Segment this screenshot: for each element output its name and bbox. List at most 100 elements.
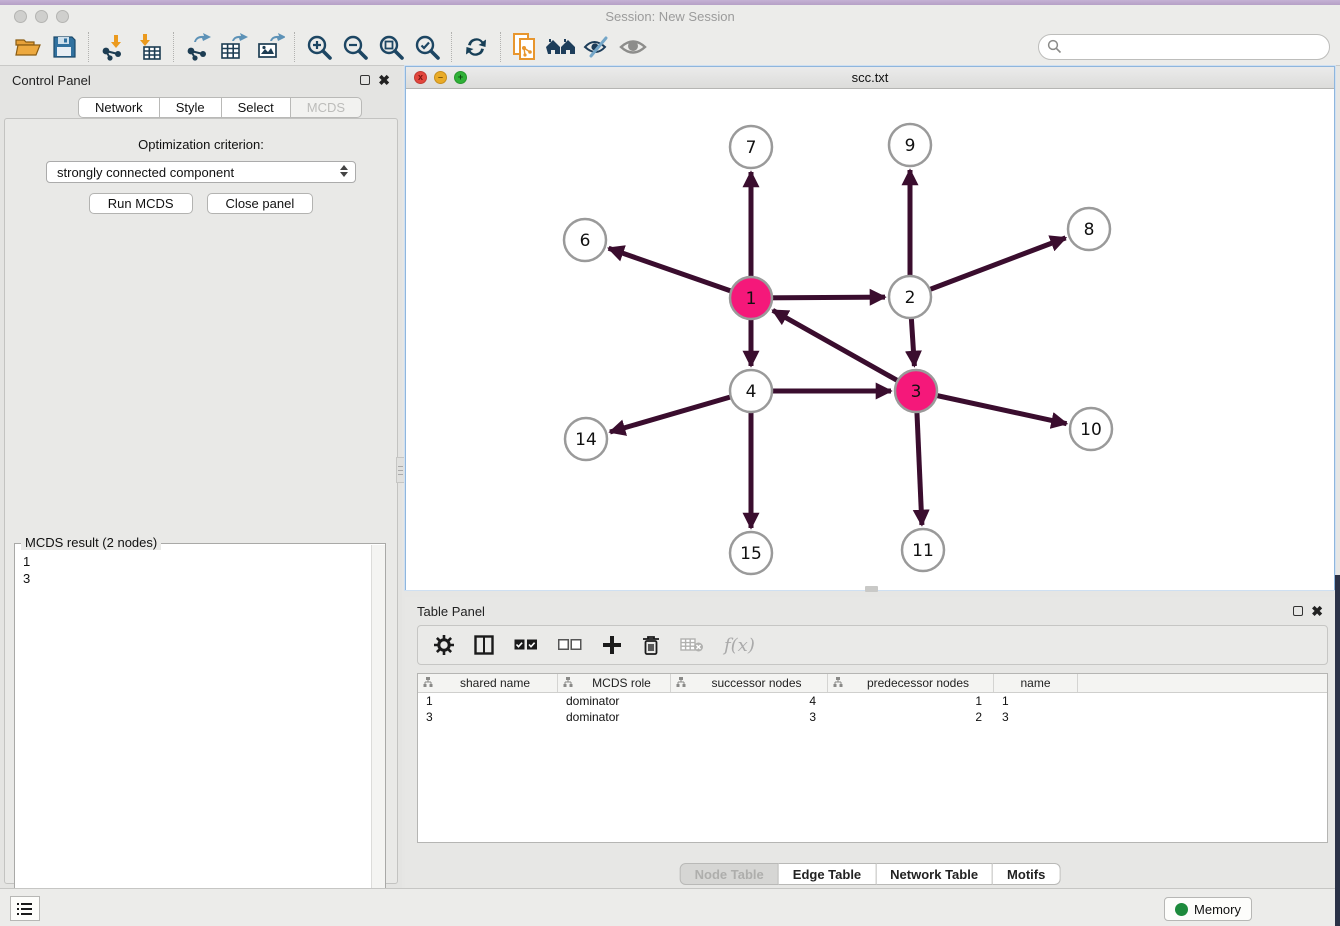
network-canvas[interactable]: 1 2 3 4 6 7 8 9 10 11 14 15 <box>406 89 1334 590</box>
close-network-button[interactable]: x <box>414 71 427 84</box>
import-table-icon[interactable] <box>131 31 167 63</box>
cell-successor-nodes[interactable]: 3 <box>671 709 828 725</box>
result-node: 1 <box>23 553 362 570</box>
tab-network-table[interactable]: Network Table <box>876 863 993 885</box>
result-scrollbar[interactable] <box>371 545 385 921</box>
svg-text:14: 14 <box>575 430 597 450</box>
node-11[interactable]: 11 <box>902 529 944 571</box>
toolbar-separator <box>294 32 295 62</box>
hide-panels-icon[interactable] <box>579 31 615 63</box>
column-header-name[interactable]: name <box>994 674 1078 692</box>
task-history-button[interactable] <box>10 896 40 921</box>
cell-shared-name[interactable]: 1 <box>418 693 558 709</box>
import-network-icon[interactable] <box>95 31 131 63</box>
node-7[interactable]: 7 <box>730 126 772 168</box>
panel-splitter-handle[interactable] <box>396 457 405 483</box>
node-10[interactable]: 10 <box>1070 408 1112 450</box>
deselect-all-icon[interactable] <box>558 639 582 651</box>
edge-2-8[interactable] <box>910 238 1066 297</box>
reset-view-icon[interactable] <box>543 31 579 63</box>
node-4[interactable]: 4 <box>730 370 772 412</box>
cell-successor-nodes[interactable]: 4 <box>671 693 828 709</box>
node-2[interactable]: 2 <box>889 276 931 318</box>
export-table-icon[interactable] <box>216 31 252 63</box>
node-8[interactable]: 8 <box>1068 208 1110 250</box>
open-session-icon[interactable] <box>10 31 46 63</box>
close-panel-icon[interactable]: ✖ <box>378 75 390 85</box>
delete-column-icon[interactable] <box>642 635 660 656</box>
criterion-select[interactable]: strongly connected component <box>46 161 356 183</box>
node-1[interactable]: 1 <box>730 277 772 319</box>
toolbar-separator <box>88 32 89 62</box>
tab-edge-table[interactable]: Edge Table <box>779 863 876 885</box>
cell-predecessor-nodes[interactable]: 1 <box>828 693 994 709</box>
columns-icon[interactable] <box>474 635 494 655</box>
save-session-icon[interactable] <box>46 31 82 63</box>
edge-3-1[interactable] <box>773 310 916 391</box>
node-6[interactable]: 6 <box>564 219 606 261</box>
cell-name[interactable]: 1 <box>994 693 1078 709</box>
edge-3-10[interactable] <box>916 391 1067 424</box>
tab-mcds[interactable]: MCDS <box>291 97 362 118</box>
node-15[interactable]: 15 <box>730 532 772 574</box>
show-panels-icon[interactable] <box>615 31 651 63</box>
close-panel-button[interactable]: Close panel <box>207 193 314 214</box>
svg-text:11: 11 <box>912 541 934 561</box>
minimize-network-button[interactable]: – <box>434 71 447 84</box>
memory-button[interactable]: Memory <box>1164 897 1252 921</box>
node-3[interactable]: 3 <box>895 370 937 412</box>
export-network-icon[interactable] <box>180 31 216 63</box>
float-table-panel-icon[interactable] <box>1293 606 1303 616</box>
cell-MCDS-role[interactable]: dominator <box>558 709 671 725</box>
toolbar-separator <box>451 32 452 62</box>
column-header-successor-nodes[interactable]: successor nodes <box>671 674 828 692</box>
tab-style[interactable]: Style <box>160 97 222 118</box>
svg-text:8: 8 <box>1084 220 1095 240</box>
window-title: Session: New Session <box>0 9 1340 24</box>
tab-motifs[interactable]: Motifs <box>993 863 1060 885</box>
zoom-fit-icon[interactable] <box>373 31 409 63</box>
network-window-titlebar: x – + scc.txt <box>406 67 1334 89</box>
column-header-shared-name[interactable]: shared name <box>418 674 558 692</box>
node-9[interactable]: 9 <box>889 124 931 166</box>
edge-1-6[interactable] <box>609 248 751 298</box>
gear-icon[interactable] <box>434 635 454 655</box>
cell-shared-name[interactable]: 3 <box>418 709 558 725</box>
control-panel-header: Control Panel ✖ <box>0 66 402 94</box>
tab-select[interactable]: Select <box>222 97 291 118</box>
titlebar: Session: New Session <box>0 5 1340 28</box>
cell-predecessor-nodes[interactable]: 2 <box>828 709 994 725</box>
column-header-predecessor-nodes[interactable]: predecessor nodes <box>828 674 994 692</box>
maximize-network-button[interactable]: + <box>454 71 467 84</box>
search-icon <box>1047 39 1062 59</box>
cell-MCDS-role[interactable]: dominator <box>558 693 671 709</box>
tab-node-table[interactable]: Node Table <box>680 863 779 885</box>
network-view-window: x – + scc.txt 1 2 3 4 6 7 8 9 10 11 14 15 <box>405 66 1335 590</box>
node-table[interactable]: shared nameMCDS rolesuccessor nodesprede… <box>417 673 1328 843</box>
node-14[interactable]: 14 <box>565 418 607 460</box>
run-mcds-button[interactable]: Run MCDS <box>89 193 193 214</box>
table-row[interactable]: 3dominator323 <box>418 709 1327 725</box>
table-row[interactable]: 1dominator411 <box>418 693 1327 709</box>
delete-table-icon <box>680 637 704 653</box>
zoom-in-icon[interactable] <box>301 31 337 63</box>
zoom-selected-icon[interactable] <box>409 31 445 63</box>
zoom-out-icon[interactable] <box>337 31 373 63</box>
table-tabs: Node TableEdge TableNetwork TableMotifs <box>680 863 1061 885</box>
export-image-icon[interactable] <box>252 31 288 63</box>
search-input[interactable] <box>1038 34 1330 60</box>
svg-text:6: 6 <box>580 231 591 251</box>
refresh-view-icon[interactable] <box>458 31 494 63</box>
cell-name[interactable]: 3 <box>994 709 1078 725</box>
float-panel-icon[interactable] <box>360 75 370 85</box>
add-column-icon[interactable] <box>602 635 622 655</box>
network-graph[interactable]: 1 2 3 4 6 7 8 9 10 11 14 15 <box>406 89 1334 590</box>
column-header-MCDS-role[interactable]: MCDS role <box>558 674 671 692</box>
tab-network[interactable]: Network <box>78 97 160 118</box>
network-splitter-handle[interactable] <box>865 586 878 592</box>
select-all-icon[interactable] <box>514 639 538 651</box>
table-body: 1dominator4113dominator323 <box>418 693 1327 725</box>
clone-network-icon[interactable] <box>507 31 543 63</box>
close-table-panel-icon[interactable]: ✖ <box>1311 606 1323 616</box>
toolbar-separator <box>173 32 174 62</box>
